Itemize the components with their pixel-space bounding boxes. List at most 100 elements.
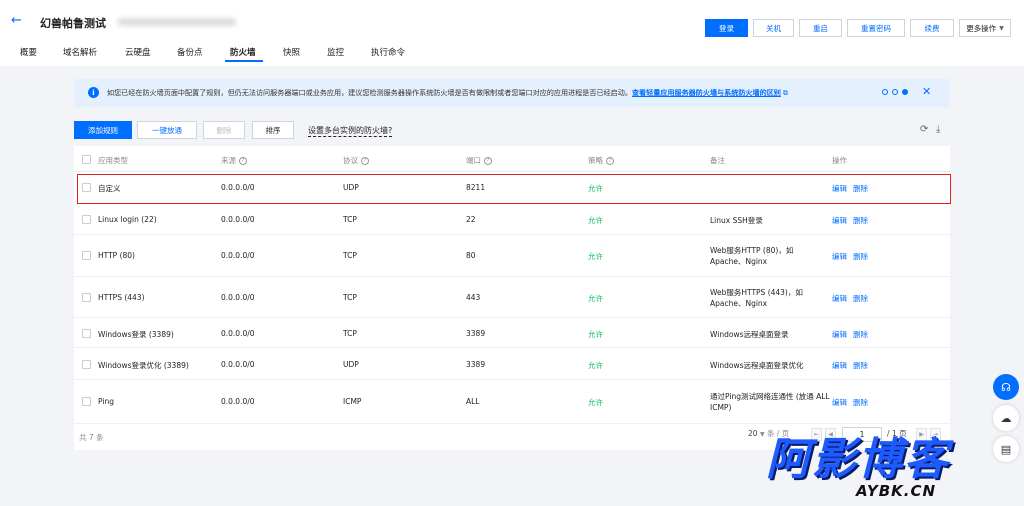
cell-note: Linux SSH登录 [710,216,763,225]
delete-link[interactable]: 删除 [853,252,868,261]
cell-source: 0.0.0.0/0 [221,215,255,224]
carousel-dot-active[interactable] [902,89,908,95]
cell-protocol: UDP [343,360,359,369]
blurred-instance-id [118,18,236,26]
shutdown-button[interactable]: 关机 [753,19,794,37]
header-protocol: 协议? [343,155,369,166]
cloud-icon[interactable]: ☁ [993,405,1019,431]
more-actions-dropdown[interactable]: 更多操作 ▼ [959,19,1011,37]
edit-link[interactable]: 编辑 [832,361,847,370]
cell-source: 0.0.0.0/0 [221,251,255,260]
help-icon[interactable]: ? [606,157,614,165]
header-app-type: 应用类型 [98,156,128,165]
refresh-icon[interactable]: ⟳ [920,124,928,135]
caret-down-icon: ▼ [759,431,765,438]
table-row: Linux login (22) 0.0.0.0/0 TCP 22 允许 Lin… [74,204,950,235]
reset-password-button[interactable]: 重置密码 [847,19,905,37]
row-checkbox[interactable] [82,397,91,406]
cell-note: Web服务HTTP (80)，如 Apache、Nginx [710,246,794,266]
help-icon[interactable]: ? [484,157,492,165]
edit-link[interactable]: 编辑 [832,294,847,303]
row-checkbox[interactable] [82,329,91,338]
cell-note: 通过Ping测试网络连通性 (放通 ALL ICMP) [710,392,830,412]
cell-policy: 允许 [588,361,603,370]
delete-link[interactable]: 删除 [853,294,868,303]
edit-link[interactable]: 编辑 [832,398,847,407]
more-actions-label: 更多操作 [966,23,997,33]
cell-app-type: Linux login (22) [98,215,157,224]
external-link-icon: ⧉ [782,89,788,97]
help-icon[interactable]: ? [239,157,247,165]
header-port-label: 端口 [466,156,481,165]
download-icon[interactable]: ⤓ [936,124,940,135]
tab-monitor[interactable]: 监控 [327,46,344,58]
tab-backup[interactable]: 备份点 [177,46,203,58]
cell-port: 3389 [466,360,486,369]
header-port: 端口? [466,155,492,166]
row-checkbox[interactable] [82,293,91,302]
carousel-dot[interactable] [892,89,898,95]
cell-note: Windows远程桌面登录 [710,330,789,339]
tab-dns[interactable]: 域名解析 [63,46,97,58]
table-row: HTTPS (443) 0.0.0.0/0 TCP 443 允许 Web服务HT… [74,277,950,318]
header-note: 备注 [710,156,725,165]
row-checkbox[interactable] [82,251,91,260]
cell-port: ALL [466,397,480,406]
tab-firewall[interactable]: 防火墙 [230,46,256,58]
sort-button[interactable]: 排序 [252,121,294,139]
help-icon[interactable]: ? [361,157,369,165]
back-arrow-icon[interactable]: ← [11,14,22,28]
table-row: Ping 0.0.0.0/0 ICMP ALL 允许 通过Ping测试网络连通性… [74,380,950,424]
table-header: 应用类型 来源? 协议? 端口? 策略? 备注 操作 [74,146,950,172]
delete-link[interactable]: 删除 [853,330,868,339]
cell-app-type: Ping [98,397,114,406]
one-click-allow-button[interactable]: 一键放通 [137,121,197,139]
delete-link[interactable]: 删除 [853,398,868,407]
tab-overview[interactable]: 概要 [20,46,37,58]
notice-text: 如您已经在防火墙页面中配置了规则，但仍无法访问服务器端口或业务应用，建议您检测服… [107,88,788,98]
cell-app-type: Windows登录优化 (3389) [98,361,189,370]
cell-ops: 编辑 删除 [832,215,874,226]
header-policy-label: 策略 [588,156,603,165]
restart-button[interactable]: 重启 [799,19,842,37]
delete-link[interactable]: 删除 [853,216,868,225]
total-count: 共 7 条 [79,433,104,442]
cell-ops: 编辑 删除 [832,360,874,371]
cell-protocol: TCP [343,215,357,224]
tab-cloud-disk[interactable]: 云硬盘 [125,46,151,58]
info-icon: i [88,87,99,98]
delete-button[interactable]: 删除 [203,121,245,139]
watermark-url: AYBK.CN [856,482,937,500]
renew-button[interactable]: 续费 [910,19,954,37]
headset-icon[interactable]: ☊ [993,374,1019,400]
delete-link[interactable]: 删除 [853,361,868,370]
select-all-checkbox[interactable] [82,155,91,164]
close-icon[interactable]: ✕ [922,85,931,98]
cell-port: 80 [466,251,476,260]
doc-icon[interactable]: ▤ [993,436,1019,462]
cell-source: 0.0.0.0/0 [221,360,255,369]
edit-link[interactable]: 编辑 [832,216,847,225]
cell-port: 3389 [466,329,486,338]
cell-port: 22 [466,215,476,224]
edit-link[interactable]: 编辑 [832,252,847,261]
highlight-box [77,174,951,204]
tab-snapshot[interactable]: 快照 [283,46,300,58]
table-row: HTTP (80) 0.0.0.0/0 TCP 80 允许 Web服务HTTP … [74,235,950,277]
cell-policy: 允许 [588,252,603,261]
header-policy: 策略? [588,155,614,166]
login-button[interactable]: 登录 [705,19,748,37]
carousel-dot[interactable] [882,89,888,95]
row-checkbox[interactable] [82,360,91,369]
header-source-label: 来源 [221,156,236,165]
multi-instance-link[interactable]: 设置多台实例的防火墙? [308,125,393,137]
tab-exec-command[interactable]: 执行命令 [371,46,405,58]
add-rule-button[interactable]: 添加规则 [74,121,132,139]
notice-link[interactable]: 查看轻量应用服务器防火墙与系统防火墙的区别 [632,88,781,97]
row-checkbox[interactable] [82,215,91,224]
cell-app-type: HTTP (80) [98,251,135,260]
page-size-value: 20 [748,429,758,438]
caret-down-icon: ▼ [999,24,1004,32]
cell-source: 0.0.0.0/0 [221,397,255,406]
edit-link[interactable]: 编辑 [832,330,847,339]
